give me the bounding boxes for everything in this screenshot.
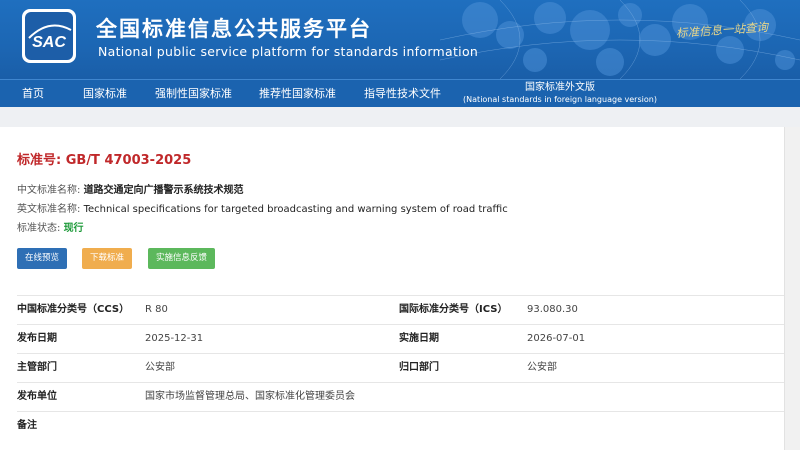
ics-value: 93.080.30 — [527, 304, 578, 315]
nav-recommended-standards[interactable]: 推荐性国家标准 — [259, 80, 336, 108]
site-header: SAC 全国标准信息公共服务平台 National public service… — [0, 0, 800, 79]
table-row: 发布单位 国家市场监督管理总局、国家标准化管理委员会 — [17, 382, 784, 411]
remarks-label: 备注 — [17, 420, 37, 431]
publish-date-value: 2025-12-31 — [145, 333, 204, 344]
centralized-dept-value: 公安部 — [527, 362, 557, 373]
publisher-label: 发布单位 — [17, 391, 57, 402]
implementation-feedback-button[interactable]: 实施信息反馈 — [148, 248, 215, 269]
ccs-value: R 80 — [145, 304, 168, 315]
standard-number-heading: 标准号: GB/T 47003-2025 — [17, 149, 191, 168]
en-name-label: 英文标准名称: — [17, 204, 81, 215]
status-label: 标准状态: — [17, 223, 61, 234]
nav-foreign-label: 国家标准外文版 — [525, 82, 595, 93]
status-row: 标准状态: 现行 — [17, 219, 84, 234]
standard-detail-panel: 标准号: GB/T 47003-2025 中文标准名称: 道路交通定向广播警示系… — [0, 127, 784, 450]
implement-date-label: 实施日期 — [399, 333, 439, 344]
nav-foreign-language-standards[interactable]: 国家标准外文版 (National standards in foreign l… — [462, 82, 658, 105]
standard-number: GB/T 47003-2025 — [65, 153, 192, 168]
nav-national-standards[interactable]: 国家标准 — [83, 80, 127, 108]
nav-mandatory-standards[interactable]: 强制性国家标准 — [155, 80, 232, 108]
nav-home[interactable]: 首页 — [22, 80, 44, 108]
site-subtitle: National public service platform for sta… — [98, 44, 479, 59]
online-preview-button[interactable]: 在线预览 — [17, 248, 67, 269]
publisher-value: 国家市场监督管理总局、国家标准化管理委员会 — [145, 391, 355, 402]
page: SAC 全国标准信息公共服务平台 National public service… — [0, 0, 800, 450]
table-row: 备注 — [17, 411, 784, 440]
standard-number-label: 标准号: — [17, 153, 62, 168]
centralized-dept-label: 归口部门 — [399, 362, 439, 373]
publish-date-label: 发布日期 — [17, 333, 57, 344]
site-title: 全国标准信息公共服务平台 — [96, 17, 372, 41]
competent-dept-value: 公安部 — [145, 362, 175, 373]
cn-name-value: 道路交通定向广播警示系统技术规范 — [83, 185, 244, 196]
competent-dept-label: 主管部门 — [17, 362, 57, 373]
table-row: 主管部门 公安部 归口部门 公安部 — [17, 353, 784, 382]
status-value: 现行 — [63, 223, 84, 234]
cn-name-label: 中文标准名称: — [17, 185, 81, 196]
implement-date-value: 2026-07-01 — [527, 333, 586, 344]
cn-name-row: 中文标准名称: 道路交通定向广播警示系统技术规范 — [17, 181, 244, 196]
main-nav: 首页 国家标准 强制性国家标准 推荐性国家标准 指导性技术文件 国家标准外文版 … — [0, 79, 800, 107]
ics-label: 国际标准分类号（ICS） — [399, 304, 508, 315]
sac-logo[interactable]: SAC — [21, 8, 77, 64]
table-row: 发布日期 2025-12-31 实施日期 2026-07-01 — [17, 324, 784, 353]
nav-guidance-documents[interactable]: 指导性技术文件 — [364, 80, 441, 108]
en-name-row: 英文标准名称: Technical specifications for tar… — [17, 200, 508, 215]
page-scrollbar[interactable] — [784, 127, 800, 450]
ccs-label: 中国标准分类号（CCS） — [17, 304, 130, 315]
table-row: 中国标准分类号（CCS） R 80 国际标准分类号（ICS） 93.080.30 — [17, 295, 784, 324]
nav-foreign-sublabel: (National standards in foreign language … — [463, 95, 657, 104]
download-standard-button[interactable]: 下载标准 — [82, 248, 132, 269]
standard-details-table: 中国标准分类号（CCS） R 80 国际标准分类号（ICS） 93.080.30… — [17, 295, 784, 440]
en-name-value: Technical specifications for targeted br… — [83, 204, 508, 215]
logo-text: SAC — [32, 34, 66, 51]
world-map-decoration — [440, 0, 800, 79]
